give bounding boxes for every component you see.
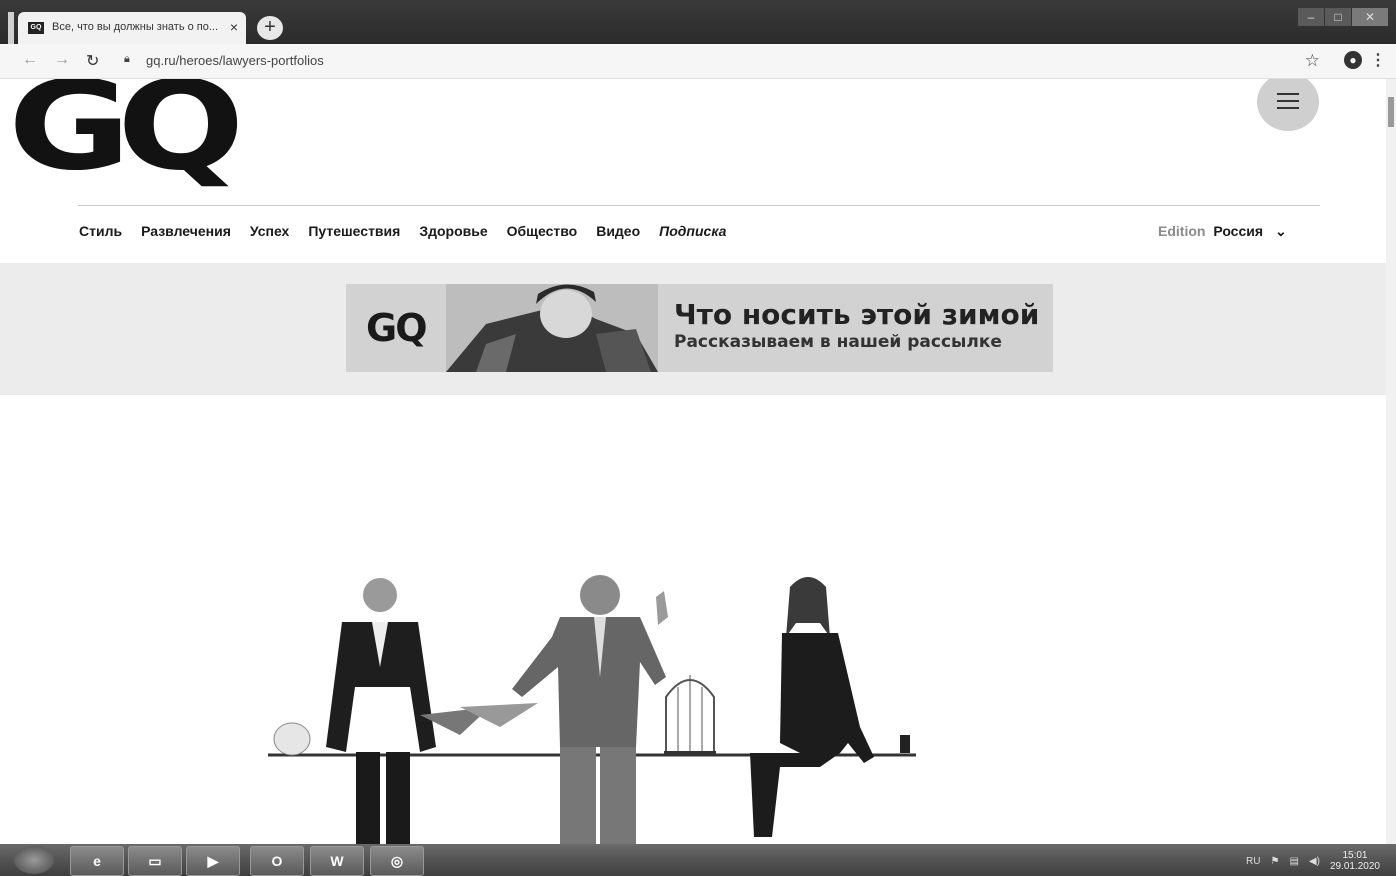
new-tab-button[interactable]: + <box>257 16 283 40</box>
chrome-icon[interactable]: ◎ <box>370 846 424 876</box>
reload-icon[interactable]: ↻ <box>86 51 99 71</box>
language-indicator[interactable]: RU <box>1246 856 1260 867</box>
account-icon[interactable]: ● <box>1344 51 1362 69</box>
edition-selector[interactable]: Edition Россия ⌄ <box>1158 223 1287 240</box>
start-button[interactable] <box>14 846 54 874</box>
star-icon[interactable]: ☆ <box>1305 51 1320 71</box>
clock-date: 29.01.2020 <box>1329 861 1380 872</box>
main-nav: Стиль Развлечения Успех Путешествия Здор… <box>79 223 726 239</box>
tab-favicon: GQ <box>28 22 44 34</box>
window-controls: – □ ✕ <box>1297 8 1388 28</box>
nav-item-video[interactable]: Видео <box>596 223 640 239</box>
page-content: GQ Стиль Развлечения Успех Путешествия З… <box>0 79 1396 844</box>
lock-icon: 🔒︎ <box>124 53 130 65</box>
minimize-button[interactable]: – <box>1298 8 1324 26</box>
banner-logo: GQ <box>366 306 427 350</box>
page-scrollbar[interactable] <box>1386 79 1396 844</box>
flag-icon[interactable]: ⚑ <box>1270 856 1279 867</box>
chevron-down-icon[interactable]: ⌄ <box>1275 223 1287 239</box>
site-logo[interactable]: GQ <box>8 79 245 188</box>
clock[interactable]: 15:01 29.01.2020 <box>1330 850 1380 872</box>
nav-item-health[interactable]: Здоровье <box>419 223 487 239</box>
ad-band: GQ Что носить этой зимой Рассказываем в … <box>0 263 1396 395</box>
hamburger-line <box>1277 107 1299 109</box>
nav-item-style[interactable]: Стиль <box>79 223 122 239</box>
url-text[interactable]: gq.ru/heroes/lawyers-portfolios <box>146 53 324 68</box>
scrollbar-thumb[interactable] <box>1388 97 1394 127</box>
maximize-button[interactable]: □ <box>1325 8 1351 26</box>
word-icon[interactable]: W <box>310 846 364 876</box>
edition-label: Edition <box>1158 223 1206 239</box>
nav-item-success[interactable]: Успех <box>250 223 289 239</box>
nav-item-subscription[interactable]: Подписка <box>659 223 726 239</box>
nav-item-travel[interactable]: Путешествия <box>308 223 400 239</box>
nav-item-society[interactable]: Общество <box>507 223 578 239</box>
banner-photo <box>446 284 658 372</box>
edition-value[interactable]: Россия <box>1213 223 1263 239</box>
hamburger-menu-button[interactable] <box>1257 79 1319 131</box>
system-tray: RU ⚑ ▤ ◀) 15:01 29.01.2020 <box>1246 850 1380 872</box>
volume-icon[interactable]: ◀) <box>1309 856 1320 867</box>
clock-time: 15:01 <box>1342 850 1368 861</box>
banner-subline: Рассказываем в нашей рассылке <box>674 332 1002 352</box>
kebab-menu-icon[interactable]: ⋮ <box>1370 50 1386 70</box>
browser-toolbar: ← → ↻ 🔒︎ gq.ru/heroes/lawyers-portfolios… <box>0 44 1396 79</box>
nav-item-entertainment[interactable]: Развлечения <box>141 223 231 239</box>
browser-titlebar: GQ Все, что вы должны знать о по... × + … <box>0 0 1396 44</box>
outlook-icon[interactable]: O <box>250 846 304 876</box>
tab-title: Все, что вы должны знать о по... <box>52 21 219 33</box>
forward-icon[interactable]: → <box>54 51 70 69</box>
close-window-button[interactable]: ✕ <box>1352 8 1388 26</box>
windows-taskbar: e ▭ ▶ O W ◎ RU ⚑ ▤ ◀) 15:01 29.01.2020 <box>0 844 1396 876</box>
file-explorer-icon[interactable]: ▭ <box>128 846 182 876</box>
internet-explorer-icon[interactable]: e <box>70 846 124 876</box>
header-divider <box>78 205 1320 206</box>
newsletter-banner[interactable]: GQ Что носить этой зимой Рассказываем в … <box>346 284 1053 372</box>
banner-headline: Что носить этой зимой <box>674 298 1040 331</box>
tab-close-icon[interactable]: × <box>230 19 238 35</box>
hamburger-line <box>1277 93 1299 95</box>
browser-tab[interactable]: GQ Все, что вы должны знать о по... × <box>18 12 246 44</box>
hamburger-line <box>1277 100 1299 102</box>
hero-image <box>268 575 916 844</box>
window-edge <box>8 12 14 44</box>
network-icon[interactable]: ▤ <box>1289 856 1298 867</box>
back-icon[interactable]: ← <box>22 51 38 69</box>
address-bar[interactable]: 🔒︎ gq.ru/heroes/lawyers-portfolios <box>118 50 1288 72</box>
media-player-icon[interactable]: ▶ <box>186 846 240 876</box>
